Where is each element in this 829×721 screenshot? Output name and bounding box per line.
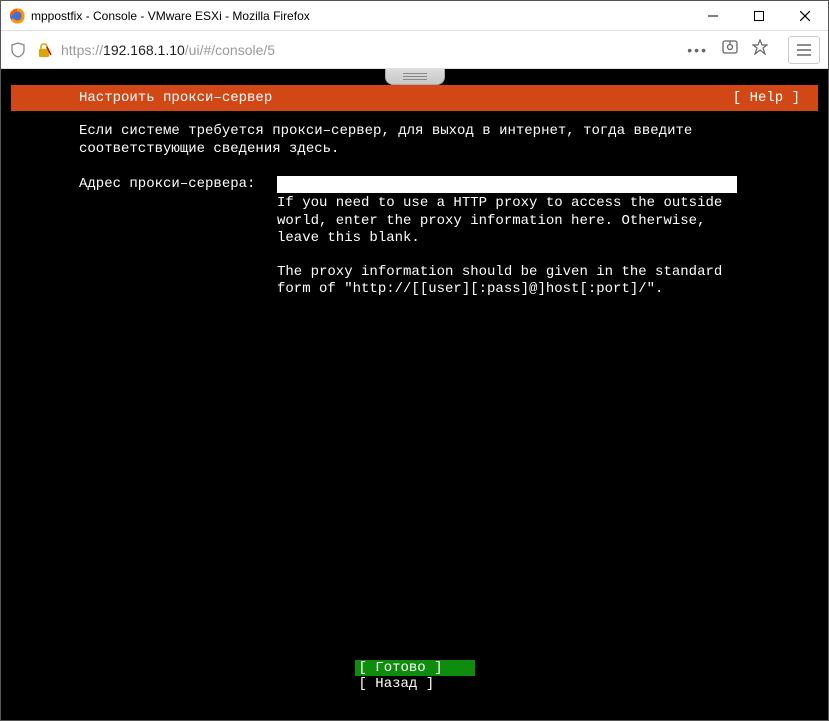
lock-warning-icon[interactable]	[35, 41, 53, 59]
window-controls	[690, 1, 828, 31]
window-titlebar: mppostfix - Console - VMware ESXi - Mozi…	[1, 1, 828, 31]
back-button[interactable]: [ Назад ]	[355, 676, 475, 692]
firefox-icon	[9, 8, 25, 24]
done-button[interactable]: [ Готово ]	[355, 660, 475, 676]
minimize-button[interactable]	[690, 1, 736, 31]
vm-console: Настроить прокси–сервер [ Help ] Если си…	[11, 85, 818, 710]
proxy-form-right: If you need to use a HTTP proxy to acces…	[277, 176, 800, 299]
more-icon[interactable]: •••	[687, 42, 708, 58]
maximize-button[interactable]	[736, 1, 782, 31]
intro-text: Если системе требуется прокси–сервер, дл…	[79, 123, 800, 158]
console-footer: [ Готово ] [ Назад ]	[11, 660, 818, 692]
console-drawer-handle[interactable]	[385, 69, 445, 85]
proxy-form-row: Адрес прокси–сервера: If you need to use…	[79, 176, 800, 299]
console-body: Если системе требуется прокси–сервер, дл…	[11, 111, 818, 311]
url-path: /ui/#/console/5	[185, 42, 275, 58]
url-display[interactable]: https://192.168.1.10/ui/#/console/5	[61, 42, 679, 58]
proxy-help-text-2: The proxy information should be given in…	[277, 264, 737, 299]
browser-addressbar: https://192.168.1.10/ui/#/console/5 •••	[1, 31, 828, 69]
url-protocol: https://	[61, 42, 103, 58]
proxy-help-text-1: If you need to use a HTTP proxy to acces…	[277, 195, 737, 248]
menu-button[interactable]	[788, 36, 820, 64]
addressbar-actions: •••	[687, 36, 820, 64]
proxy-address-label: Адрес прокси–сервера:	[79, 176, 277, 299]
page-content: Настроить прокси–сервер [ Help ] Если си…	[1, 69, 828, 720]
proxy-address-input[interactable]	[277, 176, 737, 193]
close-button[interactable]	[782, 1, 828, 31]
reader-icon[interactable]	[722, 39, 738, 60]
bookmark-star-icon[interactable]	[752, 39, 768, 60]
shield-icon[interactable]	[9, 41, 27, 59]
browser-window: mppostfix - Console - VMware ESXi - Mozi…	[0, 0, 829, 721]
help-button[interactable]: [ Help ]	[733, 90, 800, 106]
console-header: Настроить прокси–сервер [ Help ]	[11, 85, 818, 111]
url-host: 192.168.1.10	[103, 42, 185, 58]
console-title: Настроить прокси–сервер	[79, 90, 733, 106]
window-title: mppostfix - Console - VMware ESXi - Mozi…	[31, 9, 690, 23]
